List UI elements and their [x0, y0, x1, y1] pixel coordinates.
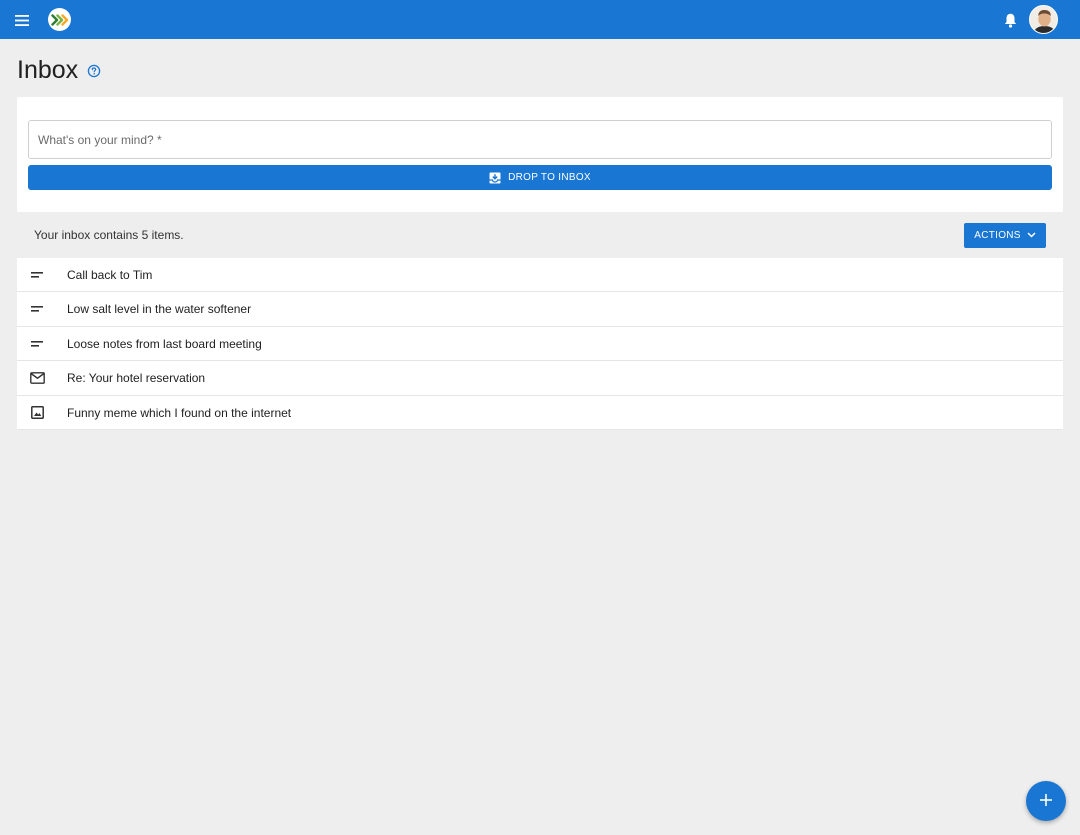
- add-item-button[interactable]: [1026, 781, 1066, 821]
- plus-icon: [1040, 793, 1052, 809]
- move-to-inbox-icon: [489, 172, 501, 184]
- short-text-icon: [29, 301, 45, 317]
- drop-to-inbox-button[interactable]: DROP TO INBOX: [28, 165, 1052, 190]
- mail-icon: [29, 370, 45, 386]
- menu-icon[interactable]: [11, 9, 33, 31]
- capture-card: DROP TO INBOX: [17, 97, 1063, 212]
- actions-button[interactable]: ACTIONS: [964, 223, 1046, 248]
- chevron-down-icon: [1027, 230, 1036, 241]
- list-item-label: Loose notes from last board meeting: [67, 336, 262, 351]
- list-item-label: Low salt level in the water softener: [67, 302, 252, 317]
- page-title: Inbox: [17, 56, 79, 84]
- list-item[interactable]: Loose notes from last board meeting: [17, 327, 1063, 362]
- short-text-icon: [29, 267, 45, 283]
- image-icon: [29, 405, 45, 421]
- help-circle-icon[interactable]: [87, 64, 101, 78]
- list-item[interactable]: Call back to Tim: [17, 258, 1063, 293]
- capture-input[interactable]: [28, 120, 1052, 159]
- list-item-label: Re: Your hotel reservation: [67, 371, 206, 386]
- list-item[interactable]: Re: Your hotel reservation: [17, 361, 1063, 396]
- short-text-icon: [29, 336, 45, 352]
- list-item[interactable]: Low salt level in the water softener: [17, 292, 1063, 327]
- user-avatar[interactable]: [1029, 5, 1058, 34]
- app-logo-icon[interactable]: [48, 8, 71, 31]
- list-item[interactable]: Funny meme which I found on the internet: [17, 396, 1063, 430]
- list-item-label: Call back to Tim: [67, 268, 153, 282]
- bell-icon[interactable]: [1001, 10, 1019, 30]
- drop-to-inbox-label: DROP TO INBOX: [508, 172, 591, 183]
- actions-label: ACTIONS: [974, 230, 1021, 241]
- app-bar: [0, 0, 1080, 39]
- list-item-label: Funny meme which I found on the internet: [67, 405, 292, 420]
- inbox-list: Call back to Tim Low salt level in the w…: [17, 258, 1063, 430]
- inbox-summary: Your inbox contains 5 items.: [34, 228, 184, 242]
